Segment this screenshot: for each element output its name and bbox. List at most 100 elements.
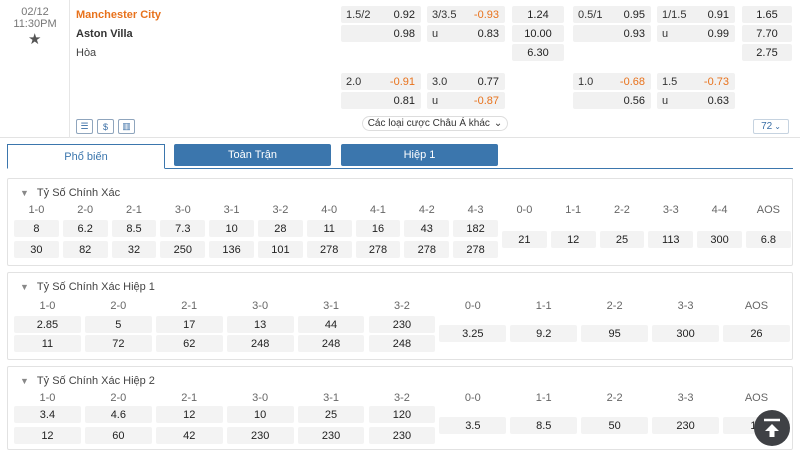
score-odds-cell[interactable]: 3.25 — [439, 325, 507, 342]
score-odds-cell[interactable]: 13 — [226, 316, 294, 333]
score-odds-cell[interactable]: 8.5 — [111, 220, 157, 237]
score-odds-cell[interactable]: 60 — [84, 427, 152, 444]
h1-x12-draw-odds[interactable]: 2.75 — [742, 44, 792, 61]
x12-away-odds[interactable]: 10.00 — [512, 25, 564, 42]
score-odds-cell[interactable]: 278 — [306, 241, 352, 258]
score-odds-cell[interactable]: 82 — [62, 241, 108, 258]
score-odds-cell[interactable]: 12 — [155, 406, 223, 423]
alt-h1-ou-over-odds[interactable]: 1.5 -0.73 — [657, 73, 735, 90]
score-odds-cell[interactable]: 230 — [226, 427, 294, 444]
score-odds-cell[interactable]: 300 — [652, 325, 719, 342]
score-odds-cell[interactable]: 42 — [155, 427, 223, 444]
score-odds-cell[interactable]: 12 — [14, 427, 81, 444]
score-odds-cell[interactable]: 95 — [581, 325, 649, 342]
score-odds-cell[interactable]: 16 — [355, 220, 401, 237]
score-odds-cell[interactable]: 250 — [160, 241, 206, 258]
score-odds-cell[interactable]: 6.2 — [62, 220, 108, 237]
score-odds-cell[interactable]: 11 — [14, 335, 81, 352]
score-odds-cell[interactable]: 17 — [155, 316, 223, 333]
tab-full-match[interactable]: Toàn Trận — [174, 144, 331, 166]
chevron-down-icon: ▼ — [20, 188, 29, 198]
score-odds-cell[interactable]: 3.4 — [14, 406, 81, 423]
score-odds-cell[interactable]: 230 — [368, 427, 436, 444]
panel-title[interactable]: ▼ Tỷ Số Chính Xác Hiệp 2 — [20, 375, 155, 387]
alt-ah-home-odds[interactable]: 2.0 -0.91 — [341, 73, 421, 90]
score-odds-cell[interactable]: 62 — [155, 335, 223, 352]
score-odds-cell[interactable]: 113 — [648, 231, 694, 248]
score-header: AOS — [744, 392, 769, 404]
alt-h1-ah-home-odds[interactable]: 1.0 -0.68 — [573, 73, 651, 90]
scroll-to-top-button[interactable] — [754, 410, 790, 446]
score-odds-cell[interactable]: 50 — [581, 417, 649, 434]
score-odds-cell[interactable]: 72 — [84, 335, 152, 352]
score-header: 1-1 — [565, 204, 582, 216]
ou-under-odds[interactable]: u 0.83 — [427, 25, 505, 42]
h1-ah-home-odds[interactable]: 0.5/1 0.95 — [573, 6, 651, 23]
alt-ah-away-odds[interactable]: 0.81 — [341, 92, 421, 109]
score-odds-cell[interactable]: 248 — [226, 335, 294, 352]
score-header: 3-1 — [323, 392, 339, 404]
h1-ou-over-odds[interactable]: 1/1.5 0.91 — [657, 6, 735, 23]
score-odds-cell[interactable]: 248 — [368, 335, 436, 352]
score-odds-cell[interactable]: 8 — [14, 220, 59, 237]
alt-h1-ou-under-odds[interactable]: u 0.63 — [657, 92, 735, 109]
score-odds-cell[interactable]: 4.6 — [84, 406, 152, 423]
score-odds-cell[interactable]: 44 — [297, 316, 365, 333]
score-odds-cell[interactable]: 278 — [453, 241, 498, 258]
score-odds-cell[interactable]: 230 — [368, 316, 436, 333]
tab-popular[interactable]: Phổ biến — [7, 144, 165, 169]
score-odds-cell[interactable]: 5 — [84, 316, 152, 333]
h1-ah-away-odds[interactable]: 0.93 — [573, 25, 651, 42]
more-markets-count[interactable]: 72 ⌄ — [753, 119, 789, 134]
dollar-icon[interactable]: $ — [97, 119, 114, 134]
panel-title[interactable]: ▼ Tỷ Số Chính Xác — [20, 187, 120, 199]
x12-home-odds[interactable]: 1.24 — [512, 6, 564, 23]
score-odds-cell[interactable]: 278 — [404, 241, 450, 258]
score-header: 3-3 — [677, 392, 694, 404]
score-odds-cell[interactable]: 248 — [297, 335, 365, 352]
score-odds-cell[interactable]: 182 — [453, 220, 498, 237]
score-odds-cell[interactable]: 11 — [306, 220, 352, 237]
score-odds-cell[interactable]: 10 — [226, 406, 294, 423]
score-odds-cell[interactable]: 2.85 — [14, 316, 81, 333]
alt-ou-over-odds[interactable]: 3.0 0.77 — [427, 73, 505, 90]
score-odds-cell[interactable]: 230 — [297, 427, 365, 444]
alt-ou-under-odds[interactable]: u -0.87 — [427, 92, 505, 109]
tab-first-half[interactable]: Hiệp 1 — [341, 144, 498, 166]
score-odds-cell[interactable]: 9.2 — [510, 325, 578, 342]
h1-x12-away-odds[interactable]: 7.70 — [742, 25, 792, 42]
chart-icon[interactable]: ▥ — [118, 119, 135, 134]
score-odds-cell[interactable]: 32 — [111, 241, 157, 258]
ah-away-odds[interactable]: 0.98 — [341, 25, 421, 42]
score-odds-cell[interactable]: 101 — [258, 241, 303, 258]
score-odds-cell[interactable]: 230 — [652, 417, 719, 434]
h1-x12-home-odds[interactable]: 1.65 — [742, 6, 792, 23]
score-odds-cell[interactable]: 26 — [723, 325, 790, 342]
more-bets-toggle[interactable]: Các loại cược Châu Á khác ⌄ — [362, 116, 508, 131]
score-odds-cell[interactable]: 120 — [368, 406, 436, 423]
score-odds-cell[interactable]: 30 — [14, 241, 59, 258]
score-odds-cell[interactable]: 300 — [697, 231, 742, 248]
score-odds-cell[interactable]: 6.8 — [746, 231, 791, 248]
score-odds-cell[interactable]: 43 — [404, 220, 450, 237]
ou-over-odds[interactable]: 3/3.5 -0.93 — [427, 6, 505, 23]
ah-home-odds[interactable]: 1.5/2 0.92 — [341, 6, 421, 23]
score-odds-cell[interactable]: 25 — [297, 406, 365, 423]
score-odds-cell[interactable]: 12 — [550, 231, 596, 248]
h1-ou-under-odds[interactable]: u 0.99 — [657, 25, 735, 42]
home-team[interactable]: Manchester City — [76, 9, 161, 21]
panel-title[interactable]: ▼ Tỷ Số Chính Xác Hiệp 1 — [20, 281, 155, 293]
favorite-star-icon[interactable]: ★ — [28, 30, 41, 48]
score-odds-cell[interactable]: 278 — [355, 241, 401, 258]
alt-h1-ah-away-odds[interactable]: 0.56 — [573, 92, 651, 109]
score-odds-cell[interactable]: 28 — [258, 220, 303, 237]
score-odds-cell[interactable]: 10 — [209, 220, 254, 237]
score-odds-cell[interactable]: 25 — [599, 231, 645, 248]
score-odds-cell[interactable]: 136 — [209, 241, 254, 258]
score-odds-cell[interactable]: 21 — [502, 231, 547, 248]
score-odds-cell[interactable]: 3.5 — [439, 417, 507, 434]
score-odds-cell[interactable]: 8.5 — [510, 417, 578, 434]
score-odds-cell[interactable]: 7.3 — [160, 220, 206, 237]
list-icon[interactable]: ☰ — [76, 119, 93, 134]
x12-draw-odds[interactable]: 6.30 — [512, 44, 564, 61]
